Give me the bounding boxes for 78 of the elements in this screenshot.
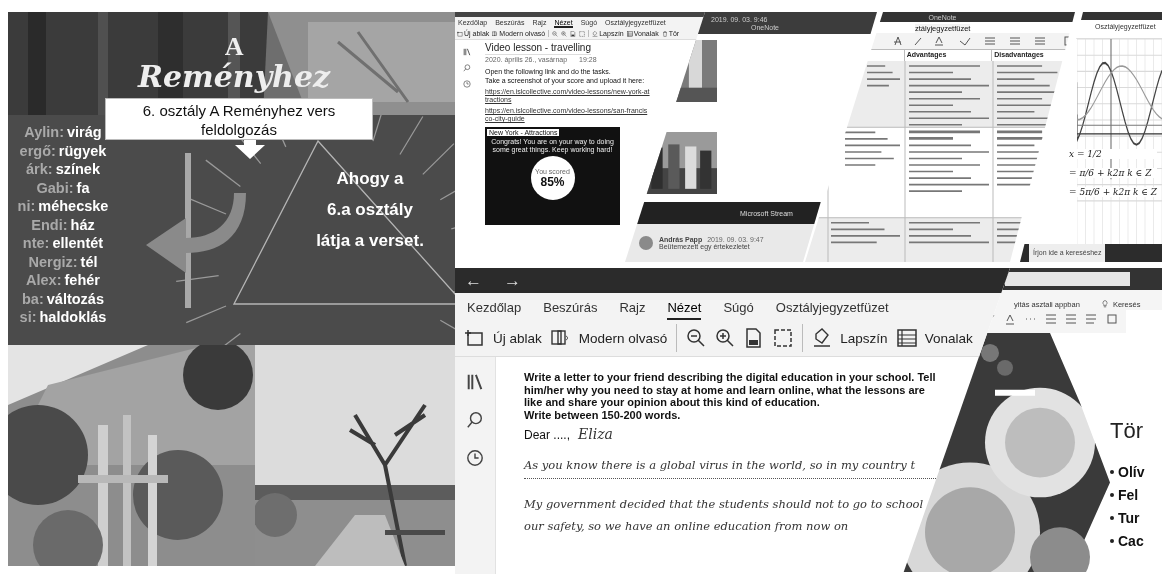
reader-icon [550, 328, 571, 348]
handwritten-math: = π/6 + k2π k ∈ Z [1069, 168, 1158, 178]
zoom-out-icon[interactable] [686, 328, 707, 348]
zoom-in-icon[interactable] [715, 328, 736, 348]
toolbar-button[interactable]: Lapszín [812, 328, 888, 348]
word-label: fehér [64, 271, 100, 290]
student-name: Nergiz: [28, 252, 78, 271]
word-label: változás [46, 289, 104, 308]
word-label: ellentét [52, 234, 104, 253]
new-window-icon [465, 328, 485, 348]
student-name: Aylin: [24, 123, 65, 142]
slide-heading: Tör [1110, 418, 1144, 444]
student-name: Endi: [31, 215, 68, 234]
toolbar-button[interactable]: Új ablak [465, 328, 542, 348]
word-label: színek [55, 160, 100, 179]
word-label: virág [67, 123, 102, 142]
trash-icon [661, 30, 668, 37]
fit-page-icon[interactable] [773, 328, 794, 348]
task-text: Write between 150-200 words. [524, 408, 682, 421]
handwritten-name: Eliza [578, 426, 613, 442]
new-window-icon [457, 30, 463, 37]
page-title: Video lesson - travelling [485, 42, 591, 55]
word-label: haldoklás [39, 308, 107, 327]
page-color-icon [592, 30, 599, 37]
library-icon[interactable] [466, 373, 484, 391]
avatar [639, 236, 653, 250]
tab[interactable]: Osztályjegyzetfüzet [775, 300, 889, 320]
tab[interactable]: Kezdőlap [467, 300, 522, 320]
triangle-text: látja a verset. [316, 230, 424, 252]
triangle-text: 6.a osztály [327, 199, 413, 221]
student-name: Gabi: [36, 178, 74, 197]
nav-button[interactable]: ← [465, 270, 482, 291]
bullet-dot [1110, 516, 1114, 520]
word-label: fa [76, 178, 90, 197]
word-label: méhecske [38, 197, 109, 216]
bullet-text: Tur [1118, 510, 1140, 526]
bullet-dot [1110, 539, 1114, 543]
handwritten-text: our safety, so we have an online education from now on [524, 519, 850, 533]
caption-box: 6. osztály A Reményhez vers feldolgozás [105, 98, 373, 140]
slide-title-letter: A [224, 34, 244, 60]
page-color-icon [812, 328, 833, 348]
triangle-text: Ahogy a [336, 168, 404, 190]
search-field[interactable] [1005, 272, 1130, 286]
bullet-text: Fel [1118, 487, 1139, 503]
ruled-lines-icon [896, 328, 917, 348]
student-name: si: [19, 308, 37, 327]
greeting: Dear ...., [524, 428, 570, 442]
library-icon[interactable] [463, 48, 471, 56]
handwritten-text: My government decided that the students should not to go to school [524, 497, 925, 511]
tab[interactable]: Súgó [723, 300, 754, 320]
bullet-text: Olív [1118, 464, 1145, 480]
bullet-dot [1110, 493, 1114, 497]
reader-icon [492, 30, 499, 37]
student-name: nte: [22, 234, 50, 253]
toolbar-button[interactable]: Modern olvasó [550, 328, 668, 348]
student-name: ba: [22, 289, 44, 308]
word-label: tél [80, 252, 98, 271]
handwritten-math: = 5π/6 + k2π k ∈ Z [1069, 187, 1158, 197]
tab[interactable]: Rajz [619, 300, 646, 320]
score-value: 85% [540, 174, 565, 189]
ruled-lines-icon [626, 30, 633, 37]
history-icon[interactable] [466, 449, 484, 467]
lightbulb-icon [1101, 300, 1108, 308]
toolbar-button[interactable]: Vonalak [896, 328, 973, 348]
student-name: árk: [26, 160, 53, 179]
tab[interactable]: Beszúrás [543, 300, 598, 320]
bullet-dot [1110, 470, 1114, 474]
bullet-text: Cac [1118, 533, 1144, 549]
page-icon[interactable] [570, 30, 577, 37]
word-label: rügyek [58, 141, 107, 160]
student-name: ergő: [19, 141, 56, 160]
word-label: ház [70, 215, 95, 234]
student-name: Alex: [26, 271, 62, 290]
search-icon[interactable] [466, 411, 484, 429]
handwritten-math: x = 1/2 [1069, 149, 1158, 159]
task-text: Write a letter to your friend describing the digital education in your school. Tell him/her why you need to stay at home and learn online, what the lessons are like and share your opinion about this kind of education. [524, 371, 936, 409]
nav-button[interactable]: → [504, 270, 521, 291]
student-name: ni: [17, 197, 36, 216]
